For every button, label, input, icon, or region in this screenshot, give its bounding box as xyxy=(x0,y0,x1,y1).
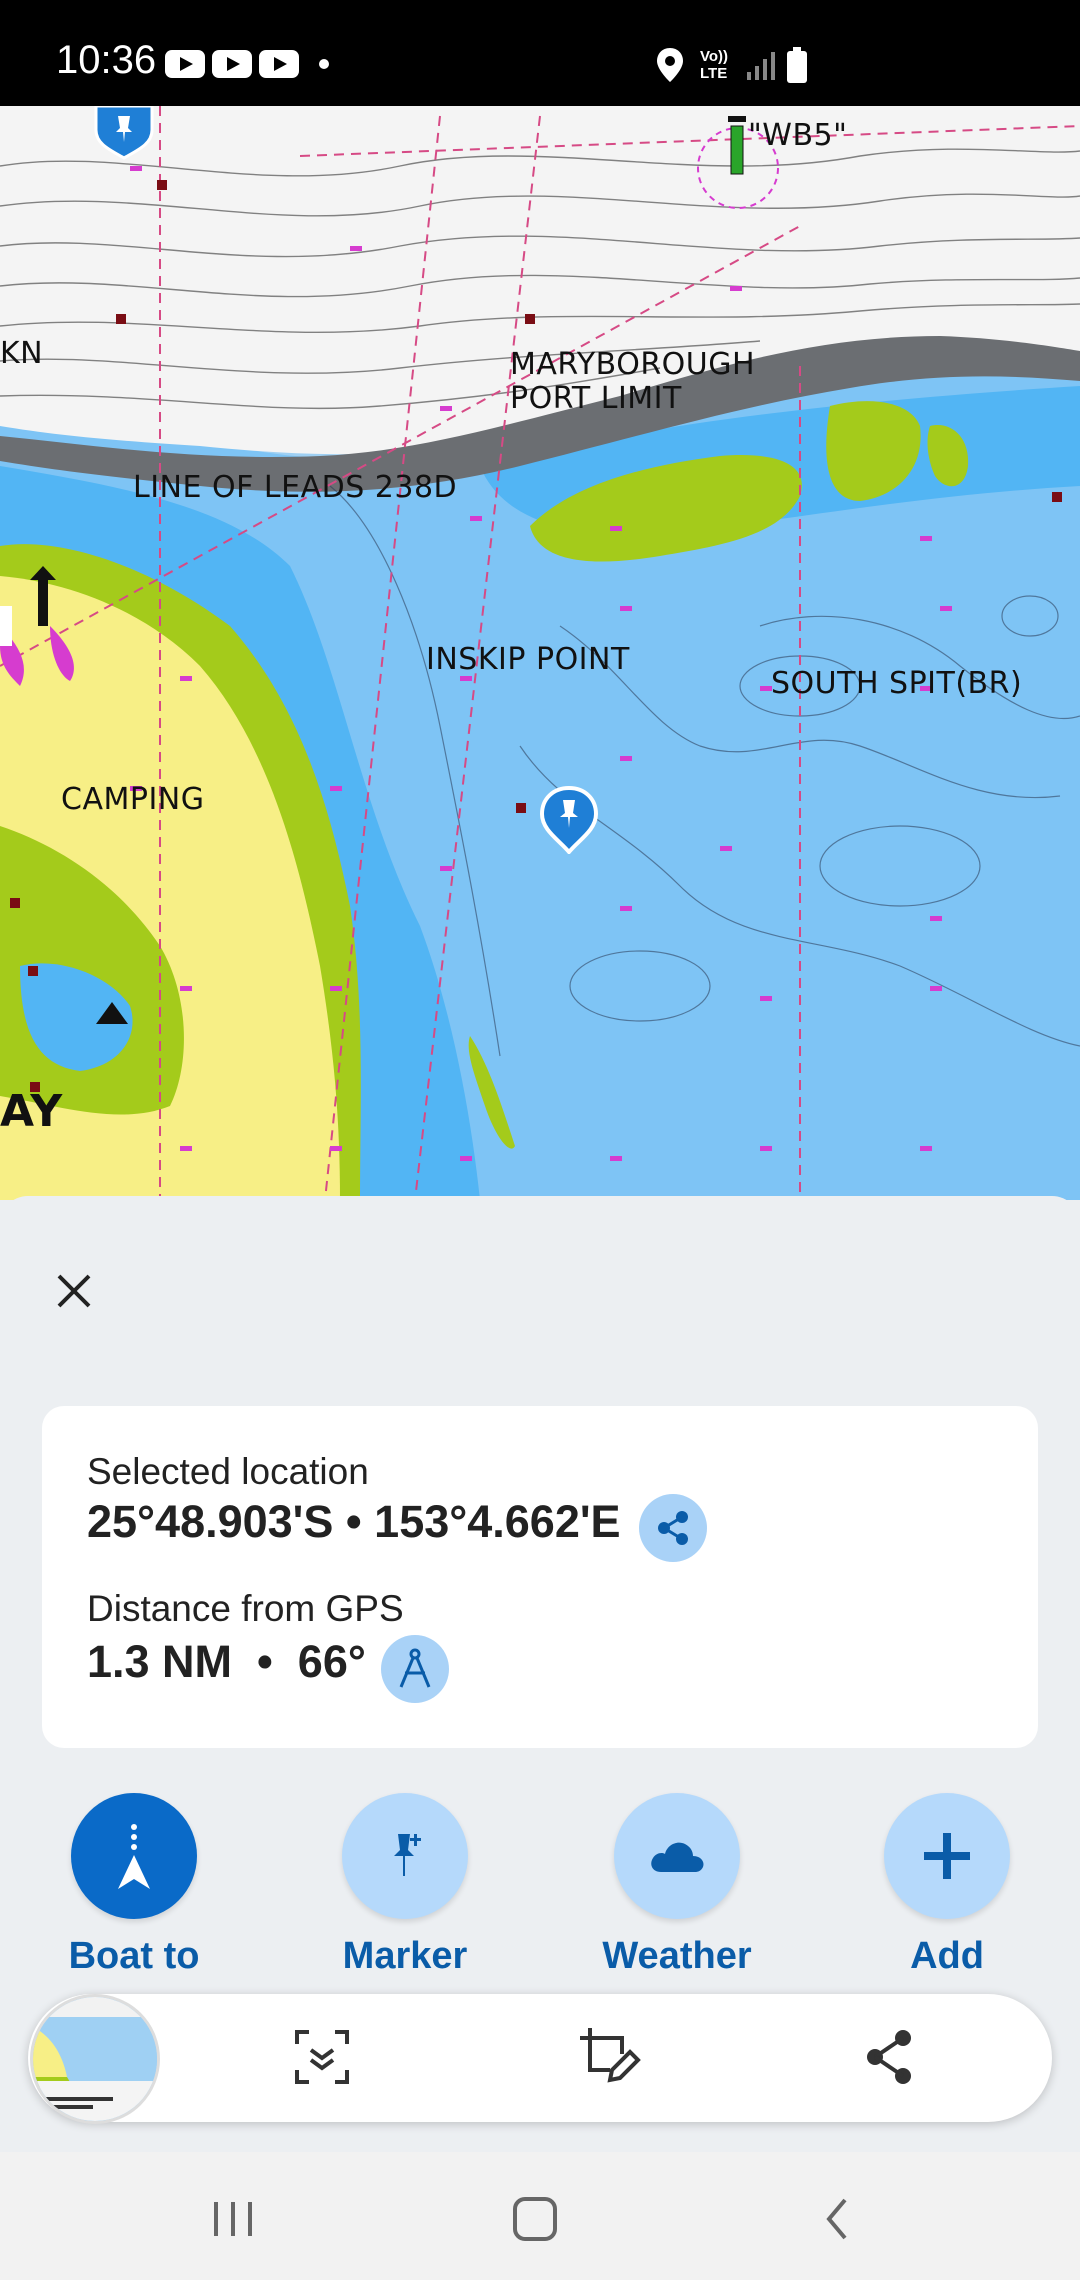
coordinates-value: 25°48.903'S • 153°4.662'E xyxy=(87,1496,621,1547)
map-label-kn: KN xyxy=(0,336,44,371)
map-label-line-of-leads: LINE OF LEADS 238D xyxy=(133,470,458,505)
status-bar: 10:36 Vo)) LTE xyxy=(0,0,1080,106)
selected-location-label: Selected location xyxy=(87,1451,369,1492)
weather-label: Weather xyxy=(602,1935,752,1977)
scroll-capture-icon[interactable] xyxy=(289,2024,355,2090)
screenshot-thumbnail-image xyxy=(33,1997,157,2121)
add-label: Add xyxy=(910,1935,984,1977)
boat-to-icon xyxy=(118,1824,150,1889)
boat-to-button[interactable] xyxy=(71,1793,197,1919)
weather-button[interactable] xyxy=(614,1793,740,1919)
screenshot-thumbnail[interactable] xyxy=(30,1994,160,2124)
distance-from-gps-label: Distance from GPS xyxy=(87,1588,404,1629)
marker-label: Marker xyxy=(342,1935,468,1977)
weather-action[interactable]: Weather xyxy=(577,1793,777,1978)
map-label-bay: AY xyxy=(0,1086,63,1137)
marker-pin-icon xyxy=(394,1834,421,1876)
youtube-icon xyxy=(165,50,205,78)
compass-button[interactable] xyxy=(381,1635,449,1703)
cloud-icon xyxy=(651,1842,704,1872)
system-navigation-bar xyxy=(0,2152,1080,2280)
home-icon[interactable] xyxy=(500,2184,570,2254)
share-icon[interactable] xyxy=(857,2024,923,2090)
distance-value: 1.3 NM • 66° xyxy=(87,1636,366,1687)
plus-icon xyxy=(924,1833,970,1879)
signal-icon xyxy=(747,52,775,80)
location-icon xyxy=(657,48,683,82)
battery-icon xyxy=(787,47,807,83)
marker-action[interactable]: Marker xyxy=(305,1793,505,1978)
youtube-icon xyxy=(259,50,299,78)
selected-location-pin[interactable] xyxy=(539,786,599,854)
back-icon[interactable] xyxy=(803,2184,873,2254)
marker-button[interactable] xyxy=(342,1793,468,1919)
map-label-inskip-point: INSKIP POINT xyxy=(426,642,630,677)
close-icon[interactable] xyxy=(42,1259,106,1323)
map-label-south-spit: SOUTH SPIT(BR) xyxy=(771,666,1023,701)
map-label-camping: CAMPING xyxy=(61,782,205,817)
add-button[interactable] xyxy=(884,1793,1010,1919)
map-label-maryborough-port-limit: MARYBOROUGH PORT LIMIT xyxy=(510,347,756,416)
youtube-icon xyxy=(212,50,252,78)
recent-apps-icon[interactable] xyxy=(198,2184,268,2254)
location-details-sheet: Selected location 25°48.903'S • 153°4.66… xyxy=(0,1196,1080,2030)
boat-to-action[interactable]: Boat to xyxy=(34,1793,234,1978)
share-icon xyxy=(658,1511,688,1545)
more-notifications-dot xyxy=(319,59,329,69)
crop-edit-icon[interactable] xyxy=(576,2024,642,2090)
screenshot-toolbar xyxy=(28,1994,1052,2124)
map-label-wb5: "WB5" xyxy=(748,118,848,153)
share-coordinates-button[interactable] xyxy=(639,1494,707,1562)
nautical-chart-map[interactable]: "WB5" KN MARYBOROUGH PORT LIMIT LINE OF … xyxy=(0,106,1080,1200)
volte-lte-icon: Vo)) LTE xyxy=(700,48,733,82)
location-info-card: Selected location 25°48.903'S • 153°4.66… xyxy=(42,1406,1038,1748)
compass-icon xyxy=(399,1648,431,1688)
status-time: 10:36 xyxy=(56,38,157,82)
add-action[interactable]: Add xyxy=(847,1793,1047,1978)
map-marker-pin[interactable] xyxy=(94,106,154,160)
boat-to-label: Boat to xyxy=(68,1935,200,1977)
